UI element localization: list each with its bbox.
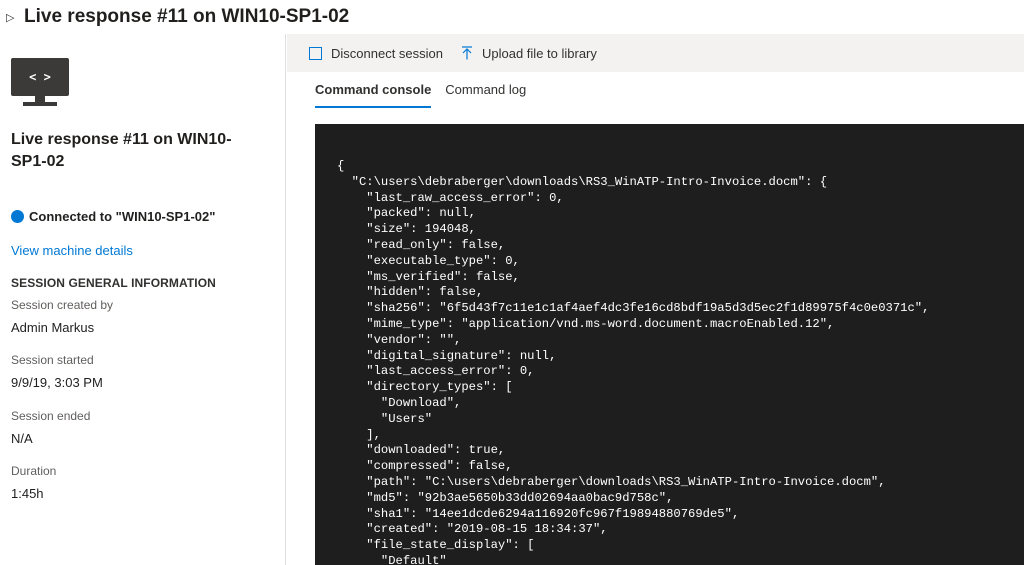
page-header: ▷ Live response #11 on WIN10-SP1-02 (0, 0, 1024, 34)
upload-file-button[interactable]: Upload file to library (461, 46, 597, 61)
connection-status: Connected to "WIN10-SP1-02" (11, 209, 215, 224)
console-line: "hidden": false, (337, 285, 484, 300)
console-line: "md5": "92b3ae5650b33dd02694aa0bac9d758c… (337, 490, 674, 505)
console-line: "C:\users\debraberger\downloads\RS3_WinA… (337, 174, 828, 189)
console-line: "compressed": false, (337, 459, 513, 474)
console-line: "Users" (337, 411, 433, 426)
disconnect-session-button[interactable]: Disconnect session (309, 46, 443, 61)
created-by-label: Session created by (11, 298, 114, 312)
console-line: "size": 194048, (337, 222, 476, 237)
console-line: "path": "C:\users\debraberger\downloads\… (337, 474, 886, 489)
session-started-label: Session started (11, 353, 94, 367)
console-line: "created": "2019-08-15 18:34:37", (337, 522, 608, 537)
toolbar: Disconnect session Upload file to librar… (287, 34, 1024, 72)
page-title: Live response #11 on WIN10-SP1-02 (24, 6, 350, 27)
session-ended-value: N/A (11, 431, 33, 446)
status-dot-icon (11, 210, 24, 223)
monitor-glyph: < > (29, 70, 51, 84)
console-line: "digital_signature": null, (337, 348, 557, 363)
console-line: "executable_type": 0, (337, 253, 520, 268)
upload-icon (462, 46, 472, 60)
console-line: "mime_type": "application/vnd.ms-word.do… (337, 316, 835, 331)
expand-chevron-icon[interactable]: ▷ (6, 11, 24, 24)
created-by-value: Admin Markus (11, 320, 95, 335)
console-line: { (337, 159, 345, 173)
console-line: "last_access_error": 0, (337, 364, 535, 379)
console-line: "downloaded": true, (337, 443, 506, 458)
duration-label: Duration (11, 464, 57, 478)
console-lines: { "C:\users\debraberger\downloads\RS3_Wi… (337, 159, 1024, 565)
console-line: "vendor": "", (337, 332, 462, 347)
console-line: "Download", (337, 395, 462, 410)
upload-file-label: Upload file to library (482, 45, 597, 61)
console-line: "sha1": "14ee1dcde6294a116920fc967f19894… (337, 506, 740, 521)
disconnect-session-label: Disconnect session (331, 45, 443, 61)
tab-command-console[interactable]: Command console (315, 82, 432, 108)
console-line: "ms_verified": false, (337, 269, 520, 284)
session-title: Live response #11 on WIN10-SP1-02 (11, 131, 232, 170)
session-info-heading: SESSION GENERAL INFORMATION (11, 276, 216, 290)
session-sidebar: < > Live response #11 on WIN10-SP1-02 Co… (0, 34, 286, 565)
connection-status-text: Connected to "WIN10-SP1-02" (29, 209, 216, 224)
session-ended-label: Session ended (11, 409, 91, 423)
console-line: "sha256": "6f5d43f7c11e1c1af4aef4dc3fe16… (337, 301, 930, 316)
session-started-value: 9/9/19, 3:03 PM (11, 375, 103, 390)
console-line: "file_state_display": [ (337, 538, 535, 553)
tab-command-log[interactable]: Command log (445, 82, 526, 108)
console-line: "Default" (337, 553, 447, 565)
tab-bar: Command console Command log (315, 82, 540, 108)
command-console-output[interactable]: { "C:\users\debraberger\downloads\RS3_Wi… (315, 124, 1024, 565)
console-line: ], (337, 427, 381, 442)
disconnect-icon (309, 46, 322, 60)
console-line: "directory_types": [ (337, 380, 513, 395)
console-line: "read_only": false, (337, 237, 506, 252)
duration-value: 1:45h (11, 486, 44, 501)
console-line: "last_raw_access_error": 0, (337, 190, 564, 205)
console-line: "packed": null, (337, 206, 476, 221)
view-machine-details-link[interactable]: View machine details (11, 243, 133, 258)
monitor-icon: < > (11, 58, 69, 106)
